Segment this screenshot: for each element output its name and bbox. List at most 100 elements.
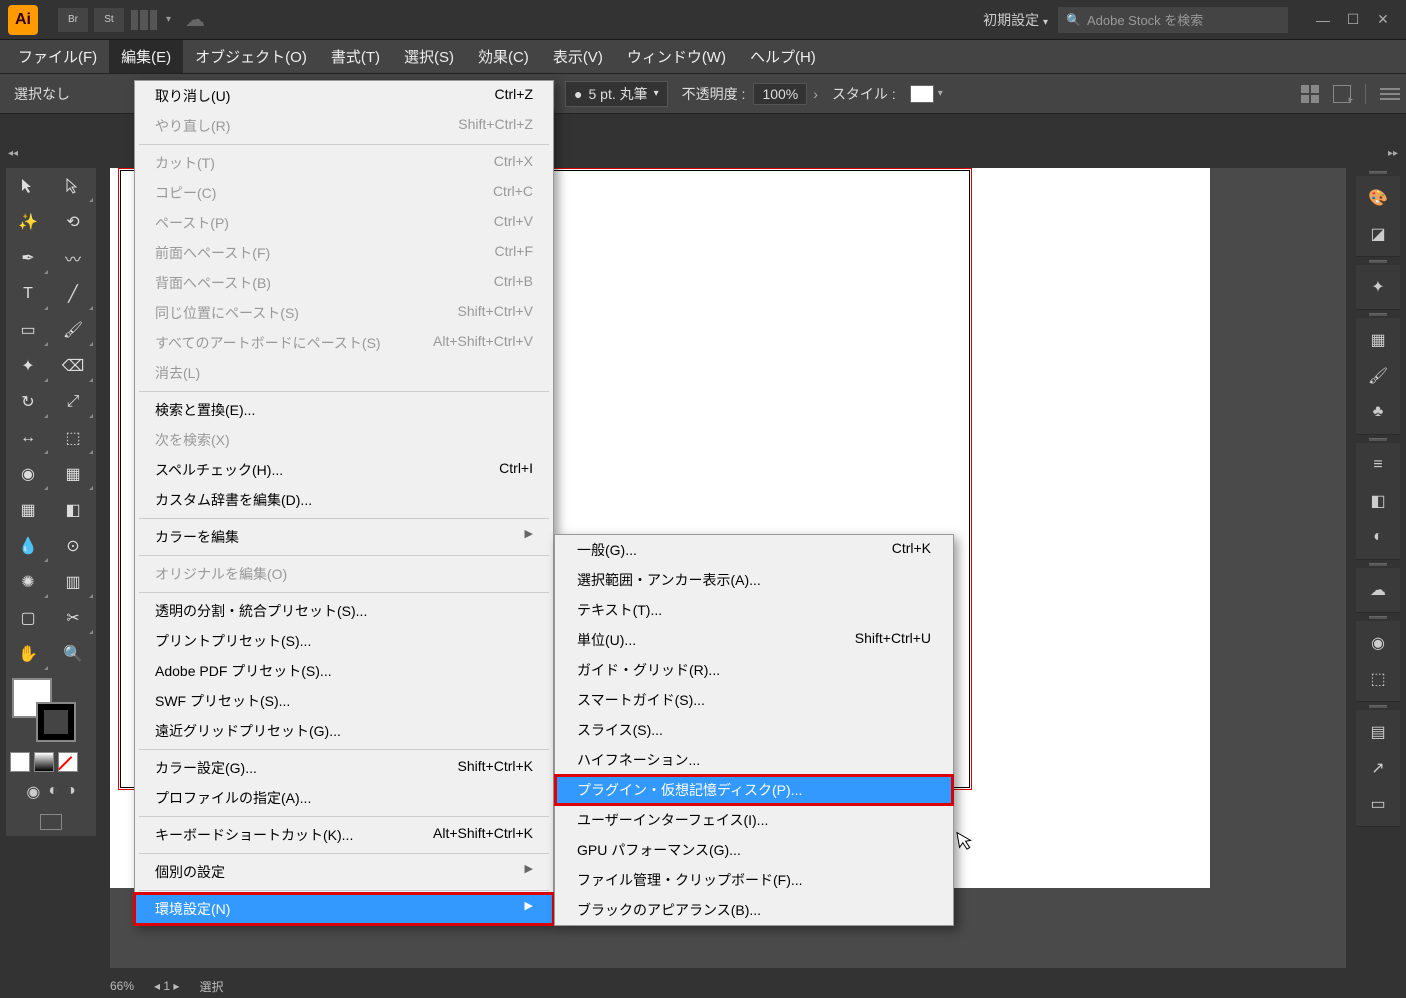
expand-panels-icon[interactable]: ▸▸ xyxy=(1388,148,1398,159)
cloud-sync-icon[interactable]: ☁ xyxy=(185,7,205,32)
chevron-down-icon[interactable]: ▾ xyxy=(938,88,943,99)
color-panel-icon[interactable]: 🎨 xyxy=(1356,180,1400,216)
menu-edit[interactable]: 編集(E) xyxy=(109,40,183,73)
stroke-swatch[interactable] xyxy=(36,702,76,742)
menu-find-next[interactable]: 次を検索(X) xyxy=(135,425,553,455)
swatches-panel-icon[interactable]: ▦ xyxy=(1356,322,1400,358)
hand-tool[interactable]: ✋ xyxy=(6,636,50,672)
properties-panel-icon[interactable]: ✦ xyxy=(1356,269,1400,305)
lasso-tool[interactable]: ⟲ xyxy=(51,204,95,240)
blend-tool[interactable]: ⊙ xyxy=(51,528,95,564)
width-tool[interactable]: ↔ xyxy=(6,420,50,456)
chevron-down-icon[interactable]: ▾ xyxy=(166,14,171,25)
menu-assign-profile[interactable]: プロファイルの指定(A)... xyxy=(135,783,553,813)
libraries-panel-icon[interactable]: ☁ xyxy=(1356,572,1400,608)
transform-options-icon[interactable]: ▸ xyxy=(1333,85,1351,103)
curvature-tool[interactable]: 〰 xyxy=(51,240,95,276)
panel-menu-icon[interactable] xyxy=(1380,88,1400,100)
menu-type[interactable]: 書式(T) xyxy=(319,40,392,73)
maximize-button[interactable]: ☐ xyxy=(1338,7,1368,33)
eraser-tool[interactable]: ⌫ xyxy=(51,348,95,384)
artboard-tool[interactable]: ▢ xyxy=(6,600,50,636)
fill-stroke-control[interactable] xyxy=(6,672,96,748)
draw-inside-icon[interactable]: ◑ xyxy=(66,782,76,802)
opacity-arrow-icon[interactable]: › xyxy=(813,86,818,102)
gradient-mode[interactable] xyxy=(34,752,54,772)
align-options-icon[interactable] xyxy=(1301,85,1319,103)
direct-selection-tool[interactable] xyxy=(51,168,95,204)
menu-window[interactable]: ウィンドウ(W) xyxy=(615,40,738,73)
slice-tool[interactable]: ✂ xyxy=(51,600,95,636)
menu-find-replace[interactable]: 検索と置換(E)... xyxy=(135,395,553,425)
panel-drag-handle[interactable] xyxy=(1356,613,1400,621)
pref-text[interactable]: テキスト(T)... xyxy=(555,595,953,625)
panel-drag-handle[interactable] xyxy=(1356,257,1400,265)
pref-file-clipboard[interactable]: ファイル管理・クリップボード(F)... xyxy=(555,865,953,895)
menu-clear[interactable]: 消去(L) xyxy=(135,358,553,388)
pref-user-interface[interactable]: ユーザーインターフェイス(I)... xyxy=(555,805,953,835)
menu-preferences[interactable]: 環境設定(N)▶ xyxy=(135,894,553,924)
arrange-documents-icon[interactable] xyxy=(130,10,158,30)
pref-hyphenation[interactable]: ハイフネーション... xyxy=(555,745,953,775)
stock-button[interactable]: St xyxy=(94,8,124,32)
menu-file[interactable]: ファイル(F) xyxy=(6,40,109,73)
workspace-switcher[interactable]: 初期設定 ▾ xyxy=(983,10,1048,30)
menu-paste-back[interactable]: 背面へペースト(B)Ctrl+B xyxy=(135,268,553,298)
free-transform-tool[interactable]: ⬚ xyxy=(51,420,95,456)
graphic-styles-panel-icon[interactable]: ⬚ xyxy=(1356,661,1400,697)
perspective-grid-tool[interactable]: ▦ xyxy=(51,456,95,492)
layers-panel-icon[interactable]: ▤ xyxy=(1356,714,1400,750)
menu-edit-colors[interactable]: カラーを編集▶ xyxy=(135,522,553,552)
symbol-sprayer-tool[interactable]: ✺ xyxy=(6,564,50,600)
column-graph-tool[interactable]: ▥ xyxy=(51,564,95,600)
menu-perspective-preset[interactable]: 遠近グリッドプリセット(G)... xyxy=(135,716,553,746)
pref-plugins-scratch-disk[interactable]: プラグイン・仮想記憶ディスク(P)... xyxy=(555,775,953,805)
pref-guides-grid[interactable]: ガイド・グリッド(R)... xyxy=(555,655,953,685)
menu-paste-all-artboards[interactable]: すべてのアートボードにペースト(S)Alt+Shift+Ctrl+V xyxy=(135,328,553,358)
brushes-panel-icon[interactable]: 🖌 xyxy=(1356,358,1400,394)
menu-paste-front[interactable]: 前面へペースト(F)Ctrl+F xyxy=(135,238,553,268)
panel-drag-handle[interactable] xyxy=(1356,560,1400,568)
menu-help[interactable]: ヘルプ(H) xyxy=(738,40,828,73)
zoom-tool[interactable]: 🔍 xyxy=(51,636,95,672)
menu-redo[interactable]: やり直し(R)Shift+Ctrl+Z xyxy=(135,111,553,141)
pref-units[interactable]: 単位(U)...Shift+Ctrl+U xyxy=(555,625,953,655)
close-button[interactable]: ✕ xyxy=(1368,7,1398,33)
type-tool[interactable]: T xyxy=(6,276,50,312)
draw-normal-icon[interactable]: ◉ xyxy=(26,782,40,802)
menu-spell-check[interactable]: スペルチェック(H)...Ctrl+I xyxy=(135,455,553,485)
color-mode[interactable] xyxy=(10,752,30,772)
menu-cut[interactable]: カット(T)Ctrl+X xyxy=(135,148,553,178)
draw-behind-icon[interactable]: ◐ xyxy=(48,782,58,802)
expand-tools-icon[interactable]: ◂◂ xyxy=(8,148,18,159)
symbols-panel-icon[interactable]: ♣ xyxy=(1356,394,1400,430)
scale-tool[interactable]: ⤢ xyxy=(51,384,95,420)
menu-view[interactable]: 表示(V) xyxy=(541,40,615,73)
menu-select[interactable]: 選択(S) xyxy=(392,40,466,73)
color-guide-panel-icon[interactable]: ◪ xyxy=(1356,216,1400,252)
minimize-button[interactable]: — xyxy=(1308,7,1338,33)
pref-black-appearance[interactable]: ブラックのアピアランス(B)... xyxy=(555,895,953,925)
shaper-tool[interactable]: ✦ xyxy=(6,348,50,384)
eyedropper-tool[interactable]: 💧 xyxy=(6,528,50,564)
menu-copy[interactable]: コピー(C)Ctrl+C xyxy=(135,178,553,208)
menu-my-settings[interactable]: 個別の設定▶ xyxy=(135,857,553,887)
menu-object[interactable]: オブジェクト(O) xyxy=(183,40,319,73)
transparency-panel-icon[interactable]: ◐ xyxy=(1356,519,1400,555)
asset-export-panel-icon[interactable]: ↗ xyxy=(1356,750,1400,786)
menu-undo[interactable]: 取り消し(U)Ctrl+Z xyxy=(135,81,553,111)
brush-select[interactable]: ● 5 pt. 丸筆 ▾ xyxy=(565,81,668,107)
menu-paste[interactable]: ペースト(P)Ctrl+V xyxy=(135,208,553,238)
opacity-input[interactable]: 100% xyxy=(753,83,807,105)
paintbrush-tool[interactable]: 🖌 xyxy=(51,312,95,348)
panel-drag-handle[interactable] xyxy=(1356,702,1400,710)
pref-smart-guides[interactable]: スマートガイド(S)... xyxy=(555,685,953,715)
panel-drag-handle[interactable] xyxy=(1356,435,1400,443)
menu-transparency-preset[interactable]: 透明の分割・統合プリセット(S)... xyxy=(135,596,553,626)
menu-keyboard-shortcuts[interactable]: キーボードショートカット(K)...Alt+Shift+Ctrl+K xyxy=(135,820,553,850)
rectangle-tool[interactable]: ▭ xyxy=(6,312,50,348)
pref-general[interactable]: 一般(G)...Ctrl+K xyxy=(555,535,953,565)
menu-swf-preset[interactable]: SWF プリセット(S)... xyxy=(135,686,553,716)
zoom-level[interactable]: 66% xyxy=(110,979,134,993)
menu-print-preset[interactable]: プリントプリセット(S)... xyxy=(135,626,553,656)
